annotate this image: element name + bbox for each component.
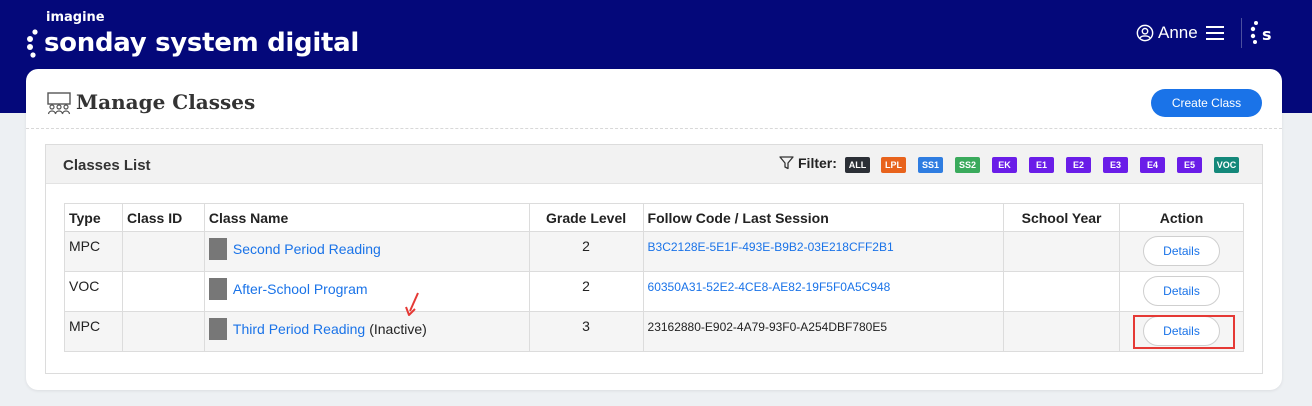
column-header-grade-level[interactable]: Grade Level (528, 203, 644, 232)
column-header-school-year[interactable]: School Year (1003, 203, 1121, 232)
class-name-link[interactable]: Third Period Reading (233, 321, 365, 337)
hamburger-menu-icon[interactable] (1205, 25, 1224, 41)
classes-list-panel: Classes List Filter: ALL LPL SS1 SS2 EK … (45, 144, 1263, 374)
cell-type: VOC (64, 271, 123, 312)
cell-follow-code: 60350A31-52E2-4CE8-AE82-19F5F0A5C948 (642, 271, 1005, 312)
panel-header: Classes List Filter: ALL LPL SS1 SS2 EK … (46, 145, 1262, 184)
filter-tag-e1[interactable]: E1 (1029, 157, 1054, 173)
user-name: Anne (1158, 23, 1198, 42)
cell-class-name: Third Period Reading (Inactive) (203, 311, 530, 352)
follow-code-link[interactable]: 60350A31-52E2-4CE8-AE82-19F5F0A5C948 (648, 280, 891, 294)
table-row: VOC After-School Program 2 60350A31-52E2… (64, 271, 1244, 312)
cell-follow-code: 23162880-E902-4A79-93F0-A254DBF780E5 (642, 311, 1005, 352)
cell-grade: 2 (528, 271, 644, 312)
class-thumbnail (208, 278, 227, 300)
filter-label-text: Filter: (798, 155, 837, 171)
cell-action: Details (1119, 271, 1244, 312)
column-header-action: Action (1119, 203, 1244, 232)
details-button[interactable]: Details (1143, 236, 1220, 266)
filter-tag-e3[interactable]: E3 (1103, 157, 1128, 173)
red-arrow-annotation (405, 292, 419, 316)
svg-text:s: s (1262, 25, 1272, 44)
manage-classes-card: Manage Classes Create Class Classes List… (26, 69, 1282, 390)
user-menu[interactable]: Anne (1136, 20, 1224, 46)
sonday-s-logo-icon[interactable]: s (1249, 18, 1279, 48)
column-header-class-id[interactable]: Class ID (121, 203, 205, 232)
card-header: Manage Classes Create Class (26, 69, 1282, 129)
filter-tag-all[interactable]: ALL (845, 157, 870, 173)
cell-grade: 3 (528, 311, 644, 352)
inactive-status: (Inactive) (369, 321, 427, 337)
cell-action: Details (1119, 231, 1244, 272)
class-name-link[interactable]: After-School Program (233, 281, 368, 297)
follow-code-text: 23162880-E902-4A79-93F0-A254DBF780E5 (647, 320, 888, 334)
cell-type: MPC (64, 311, 123, 352)
page-title: Manage Classes (76, 90, 256, 114)
brand-name: sonday system digital (44, 28, 359, 58)
brand-dots-icon (27, 29, 38, 58)
table-row: MPC Third Period Reading (Inactive) 3 23… (64, 311, 1244, 352)
header-divider (1241, 18, 1242, 48)
highlight-box (1133, 315, 1235, 349)
cell-class-id (121, 231, 205, 272)
follow-code-link[interactable]: B3C2128E-5E1F-493E-B9B2-03E218CFF2B1 (648, 240, 894, 254)
cell-type: MPC (64, 231, 123, 272)
column-header-class-name[interactable]: Class Name (203, 203, 530, 232)
cell-class-id (121, 271, 205, 312)
filter-tag-voc[interactable]: VOC (1214, 157, 1239, 173)
column-header-type[interactable]: Type (64, 203, 123, 232)
details-button[interactable]: Details (1143, 276, 1220, 306)
filter-tag-e5[interactable]: E5 (1177, 157, 1202, 173)
panel-title: Classes List (63, 157, 151, 174)
filter-funnel-icon (779, 156, 794, 170)
cell-school-year (1003, 271, 1121, 312)
class-thumbnail (208, 238, 227, 260)
table-header-row: Type Class ID Class Name Grade Level Fol… (64, 203, 1244, 232)
filter-tag-ss1[interactable]: SS1 (918, 157, 943, 173)
classes-table: Type Class ID Class Name Grade Level Fol… (64, 203, 1244, 352)
cell-grade: 2 (528, 231, 644, 272)
brand-top-text: imagine (46, 10, 105, 25)
filter-tag-e4[interactable]: E4 (1140, 157, 1165, 173)
filter-tag-lpl[interactable]: LPL (881, 157, 906, 173)
table-row: MPC Second Period Reading 2 B3C2128E-5E1… (64, 231, 1244, 272)
cell-school-year (1003, 311, 1121, 352)
class-name-link[interactable]: Second Period Reading (233, 241, 381, 257)
create-class-button[interactable]: Create Class (1151, 89, 1262, 117)
cell-class-id (121, 311, 205, 352)
cell-class-name: Second Period Reading (203, 231, 530, 272)
classroom-icon (47, 92, 71, 115)
filter-tag-e2[interactable]: E2 (1066, 157, 1091, 173)
class-thumbnail (208, 318, 227, 340)
cell-class-name: After-School Program (203, 271, 530, 312)
cell-school-year (1003, 231, 1121, 272)
filter-tag-ek[interactable]: EK (992, 157, 1017, 173)
filter-label: Filter: (779, 155, 837, 171)
filter-tag-ss2[interactable]: SS2 (955, 157, 980, 173)
user-circle-icon (1136, 24, 1154, 42)
cell-follow-code: B3C2128E-5E1F-493E-B9B2-03E218CFF2B1 (642, 231, 1005, 272)
column-header-follow-code[interactable]: Follow Code / Last Session (642, 203, 1005, 232)
